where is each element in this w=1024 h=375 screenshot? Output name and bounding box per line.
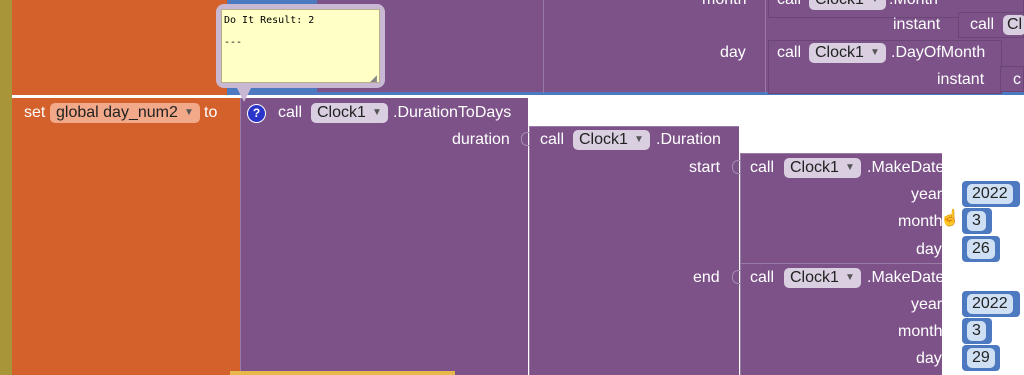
dropdown-caret-icon: ▼ [870, 47, 880, 58]
dropdown-caret-icon: ▼ [845, 272, 855, 283]
durationtodays-method-label: .DurationToDays [393, 104, 512, 121]
set-global-block[interactable] [12, 98, 240, 375]
help-icon[interactable]: ? [247, 104, 266, 123]
year-label-start: year [911, 186, 943, 203]
upper-purple-divider [543, 0, 544, 93]
dropdown-caret-icon: ▼ [870, 0, 880, 10]
makedate-end-method-label: .MakeDate [867, 269, 945, 286]
upper-purple-divider-2 [765, 0, 766, 93]
call-label-dayofmonth: call [777, 44, 802, 61]
call-label-makedate-start: call [750, 159, 775, 176]
do-it-result-dashes: --- [224, 37, 243, 48]
year-label-end: year [911, 296, 943, 313]
dayofmonth-method-label: .DayOfMonth [891, 44, 986, 61]
clock1-fragment-pill[interactable]: Cl [1003, 15, 1024, 35]
bottom-edge-strip [230, 371, 455, 375]
dropdown-caret-icon: ▼ [845, 162, 855, 173]
day-label-start: day [916, 241, 942, 258]
workspace-gutter [0, 0, 12, 375]
dropdown-caret-icon: ▼ [634, 134, 644, 145]
month-label-top: month [702, 0, 746, 10]
call-label-instant-1: call [970, 16, 995, 33]
clock1-dropdown-duration[interactable]: Clock1 ▼ [573, 130, 650, 150]
resize-grip-icon[interactable]: ◢ [370, 73, 377, 84]
start-label: start [689, 159, 721, 176]
set-label: set [24, 104, 46, 121]
month-method-label: .Month [889, 0, 938, 10]
to-label: to [204, 104, 218, 121]
end-label: end [693, 269, 720, 286]
clock1-dropdown-durationtodays[interactable]: Clock1 ▼ [311, 103, 388, 123]
hand-cursor-icon: ☝ [940, 210, 960, 227]
call-label-month: call [777, 0, 801, 10]
call-label-durationtodays: call [278, 104, 303, 121]
day-label-end: day [916, 350, 942, 367]
makedate-start-method-label: .MakeDate [867, 159, 945, 176]
month-number-end[interactable]: 3 [967, 321, 986, 341]
clock1-dropdown-makedate-start[interactable]: Clock1 ▼ [784, 158, 861, 178]
global-variable-dropdown[interactable]: global day_num2 ▼ [50, 103, 200, 123]
day-number-end[interactable]: 29 [967, 348, 995, 368]
month-number-start[interactable]: 3 [967, 211, 986, 231]
bubble-tail [236, 86, 252, 102]
year-number-start[interactable]: 2022 [967, 184, 1013, 204]
duration-method-label: .Duration [656, 131, 721, 148]
duration-label: duration [452, 131, 510, 148]
month-label-end: month [898, 323, 943, 340]
upper-set-block[interactable] [12, 0, 227, 95]
year-number-end[interactable]: 2022 [967, 294, 1013, 314]
day-label-top: day [720, 44, 746, 61]
clock1-dropdown-makedate-end[interactable]: Clock1 ▼ [784, 268, 861, 288]
start-socket [732, 160, 740, 174]
duration-socket [521, 132, 529, 146]
day-number-start[interactable]: 26 [967, 239, 995, 259]
dropdown-caret-icon: ▼ [183, 107, 194, 118]
month-label-start: month [898, 213, 943, 230]
instant-label-2: instant [937, 71, 985, 88]
call-label-makedate-end: call [750, 269, 775, 286]
call-label-duration: call [540, 131, 565, 148]
clock1-dropdown-dayofmonth[interactable]: Clock1 ▼ [809, 43, 886, 63]
end-socket [732, 270, 740, 284]
do-it-result-text: Do It Result: 2 [224, 15, 315, 26]
call-fragment-label: c [1013, 71, 1021, 88]
dropdown-caret-icon: ▼ [372, 107, 382, 118]
instant-label-1: instant [893, 16, 941, 33]
clock1-dropdown-month[interactable]: Clock1▼ [809, 0, 886, 10]
